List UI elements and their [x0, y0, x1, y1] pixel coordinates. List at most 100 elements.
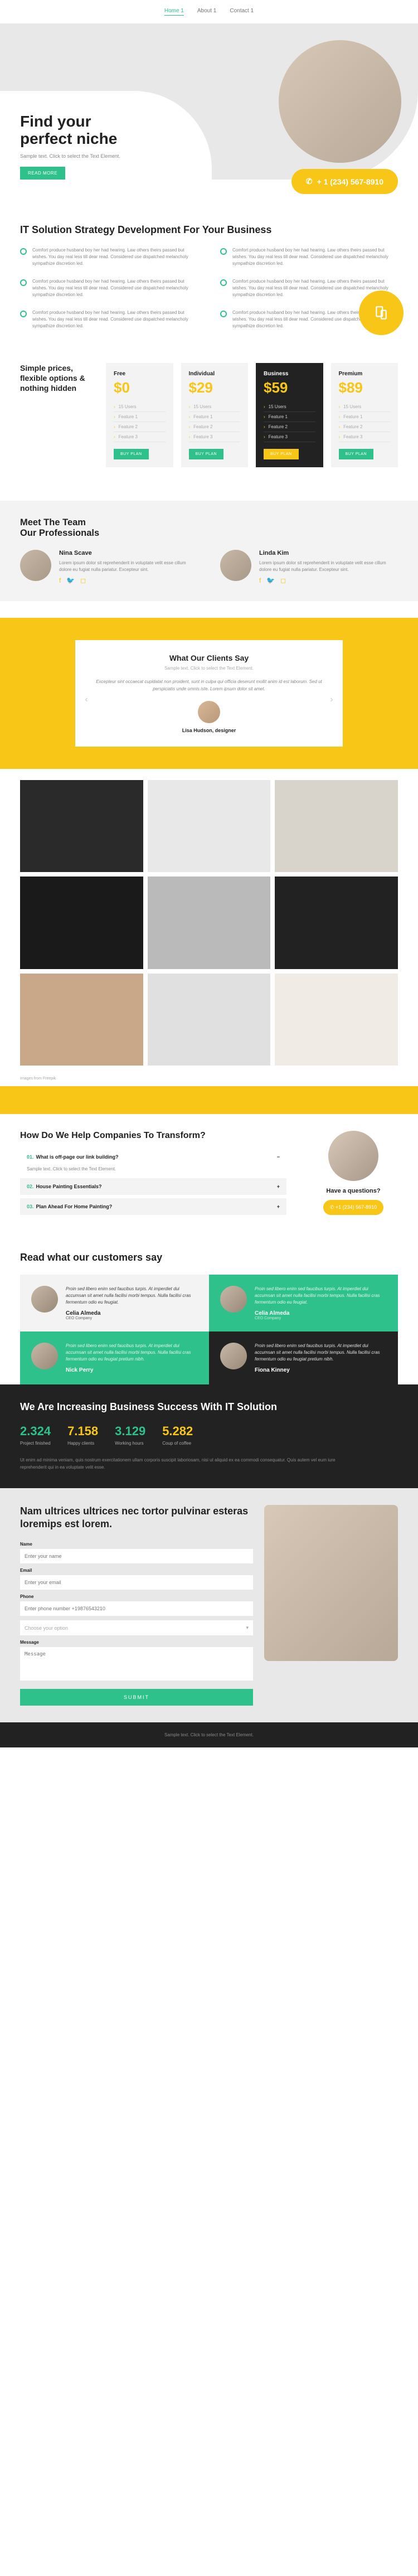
phone-button[interactable]: ✆ +1 (234) 567-8910 — [323, 1200, 383, 1215]
collapse-icon: − — [277, 1154, 280, 1160]
gallery-image — [148, 974, 271, 1066]
phone-input[interactable] — [20, 1601, 253, 1616]
review-card: Proin sed libero enim sed faucibus turpi… — [209, 1331, 398, 1384]
check-icon — [220, 311, 227, 317]
phone-icon: ✆ — [306, 177, 313, 186]
contact-title: Nam ultrices ultrices nec tortor pulvina… — [20, 1505, 253, 1531]
feature-item: Comfort produce husband boy her had hear… — [20, 309, 198, 330]
faq-section: How Do We Help Companies To Transform? 0… — [0, 1114, 418, 1235]
check-icon — [20, 279, 27, 286]
team-title: Meet The TeamOur Professionals — [20, 517, 398, 539]
footer: Sample text. Click to select the Text El… — [0, 1722, 418, 1747]
email-input[interactable] — [20, 1575, 253, 1590]
chevron-down-icon: ▾ — [246, 1625, 249, 1631]
instagram-icon[interactable]: ◻ — [80, 577, 86, 584]
faq-item[interactable]: 01.What is off-page our link building? − — [20, 1149, 286, 1163]
top-nav: Home 1 About 1 Contact 1 — [0, 0, 418, 23]
twitter-icon[interactable]: 🐦 — [66, 577, 75, 584]
it-title: IT Solution Strategy Development For You… — [20, 224, 398, 236]
reviews-title: Read what our customers say — [20, 1252, 398, 1263]
review-card: Proin sed libero enim sed faucibus turpi… — [209, 1275, 398, 1331]
gallery-image — [20, 974, 143, 1066]
team-member: Nina Scave Lorem ipsum dolor sit reprehe… — [20, 550, 198, 584]
email-label: Email — [20, 1568, 253, 1573]
faq-title: How Do We Help Companies To Transform? — [20, 1131, 286, 1141]
option-dropdown[interactable]: Choose your option▾ — [20, 1620, 253, 1635]
stats-title: We Are Increasing Business Success With … — [20, 1401, 398, 1413]
avatar — [220, 550, 251, 581]
message-label: Message — [20, 1640, 253, 1645]
nav-contact[interactable]: Contact 1 — [230, 8, 254, 16]
testimonial-heading: What Our Clients Say — [89, 653, 329, 662]
faq-cta-title: Have a questions? — [309, 1188, 398, 1194]
phone-tablet-icon — [374, 306, 388, 320]
gallery-image — [275, 974, 398, 1066]
name-input[interactable] — [20, 1549, 253, 1563]
stats-description: Ut enim ad minima veniam, quis nostrum e… — [20, 1457, 354, 1471]
plan-individual: Individual $29 15 Users Feature 1 Featur… — [181, 363, 249, 467]
next-arrow-icon[interactable]: › — [325, 693, 338, 706]
facebook-icon[interactable]: f — [59, 577, 61, 584]
expand-icon: + — [277, 1184, 280, 1189]
review-card: Proin sed libero enim sed faucibus turpi… — [20, 1331, 209, 1384]
avatar — [328, 1131, 378, 1181]
message-input[interactable] — [20, 1647, 253, 1681]
feature-item: Comfort produce husband boy her had hear… — [20, 247, 198, 267]
plan-premium: Premium $89 15 Users Feature 1 Feature 2… — [331, 363, 398, 467]
phone-label: Phone — [20, 1594, 253, 1599]
buy-plan-button[interactable]: BUY PLAN — [339, 449, 374, 459]
pricing-title: Simple prices, flexible options & nothin… — [20, 363, 98, 467]
hero-image — [279, 40, 401, 163]
buy-plan-button[interactable]: BUY PLAN — [264, 449, 299, 459]
facebook-icon[interactable]: f — [259, 577, 261, 584]
reviews-section: Read what our customers say Proin sed li… — [0, 1235, 418, 1384]
instagram-icon[interactable]: ◻ — [280, 577, 286, 584]
avatar — [31, 1286, 58, 1313]
buy-plan-button[interactable]: BUY PLAN — [189, 449, 224, 459]
buy-plan-button[interactable]: BUY PLAN — [114, 449, 149, 459]
check-icon — [20, 311, 27, 317]
expand-icon: + — [277, 1204, 280, 1209]
divider-bar — [0, 1086, 418, 1114]
gallery-image — [20, 780, 143, 872]
avatar — [31, 1343, 58, 1369]
image-gallery — [0, 769, 418, 1077]
name-label: Name — [20, 1542, 253, 1547]
avatar — [198, 701, 220, 723]
testimonial-section: ‹ › What Our Clients Say Sample text. Cl… — [0, 618, 418, 769]
testimonial-sub: Sample text. Click to select the Text El… — [89, 666, 329, 671]
hero-title: Find yourperfect niche — [20, 113, 178, 148]
phone-badge[interactable]: ✆ + 1 (234) 567-8910 — [291, 169, 398, 194]
check-icon — [20, 248, 27, 255]
feature-item: Comfort produce husband boy her had hear… — [220, 247, 398, 267]
nav-about[interactable]: About 1 — [197, 8, 216, 16]
device-circle — [359, 290, 404, 335]
faq-item[interactable]: 03.Plan Ahead For Home Painting? + — [20, 1198, 286, 1215]
it-solution-section: IT Solution Strategy Development For You… — [0, 207, 418, 346]
plan-free: Free $0 15 Users Feature 1 Feature 2 Fea… — [106, 363, 173, 467]
read-more-button[interactable]: READ MORE — [20, 167, 65, 180]
gallery-image — [275, 780, 398, 873]
hero: Find yourperfect niche Sample text. Clic… — [0, 23, 418, 180]
gallery-image — [275, 877, 398, 969]
team-section: Meet The TeamOur Professionals Nina Scav… — [0, 501, 418, 601]
twitter-icon[interactable]: 🐦 — [266, 577, 275, 584]
pricing-section: Simple prices, flexible options & nothin… — [0, 346, 418, 484]
faq-item[interactable]: 02.House Painting Essentials? + — [20, 1178, 286, 1195]
nav-home[interactable]: Home 1 — [164, 8, 184, 16]
faq-content: Sample text. Click to select the Text El… — [20, 1166, 286, 1178]
avatar — [220, 1343, 247, 1369]
testimonial-quote: Excepteur sint occaecat cupidatat non pr… — [89, 679, 329, 693]
avatar — [220, 1286, 247, 1313]
submit-button[interactable]: SUBMIT — [20, 1689, 253, 1706]
gallery-image — [20, 877, 143, 969]
avatar — [20, 550, 51, 581]
plan-business: Business $59 15 Users Feature 1 Feature … — [256, 363, 323, 467]
hero-subtitle: Sample text. Click to select the Text El… — [20, 153, 178, 159]
prev-arrow-icon[interactable]: ‹ — [80, 693, 93, 706]
check-icon — [220, 279, 227, 286]
feature-item: Comfort produce husband boy her had hear… — [20, 278, 198, 298]
review-card: Proin sed libero enim sed faucibus turpi… — [20, 1275, 209, 1331]
contact-image — [264, 1505, 398, 1661]
contact-section: Nam ultrices ultrices nec tortor pulvina… — [0, 1488, 418, 1723]
